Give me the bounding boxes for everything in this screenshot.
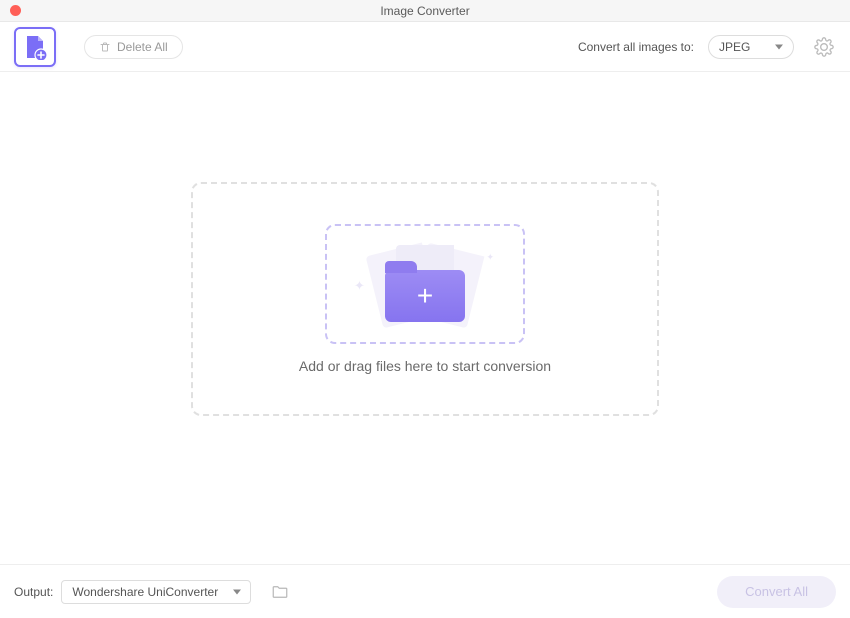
delete-all-button[interactable]: Delete All <box>84 35 183 59</box>
output-format-value: JPEG <box>719 40 750 54</box>
convert-all-button[interactable]: Convert All <box>717 576 836 608</box>
sparkle-icon: ✦ <box>354 278 365 294</box>
settings-button[interactable] <box>812 35 836 59</box>
output-format-select[interactable]: JPEG <box>708 35 794 59</box>
window-title: Image Converter <box>0 4 850 18</box>
toolbar: Delete All Convert all images to: JPEG <box>0 22 850 72</box>
drop-zone[interactable]: + ✦ ✦ Add or drag files here to start co… <box>191 182 659 416</box>
open-output-folder-button[interactable] <box>269 581 291 603</box>
main-area: + ✦ ✦ Add or drag files here to start co… <box>0 72 850 564</box>
output-label: Output: <box>14 585 53 599</box>
add-files-button[interactable] <box>14 27 56 67</box>
delete-all-label: Delete All <box>117 40 168 54</box>
trash-icon <box>99 41 111 53</box>
sparkle-icon: ✦ <box>486 252 494 263</box>
folder-graphic: + ✦ ✦ <box>360 242 490 326</box>
gear-icon <box>814 37 834 57</box>
folder-icon <box>271 583 289 601</box>
output-location-select[interactable]: Wondershare UniConverter <box>61 580 251 604</box>
close-window-button[interactable] <box>10 5 21 16</box>
drop-zone-text: Add or drag files here to start conversi… <box>299 358 551 374</box>
titlebar: Image Converter <box>0 0 850 22</box>
add-file-icon <box>23 34 47 60</box>
plus-icon: + <box>417 282 433 310</box>
output-location-value: Wondershare UniConverter <box>72 585 218 599</box>
folder-icon: + <box>385 270 465 322</box>
footer: Output: Wondershare UniConverter Convert… <box>0 564 850 618</box>
convert-to-label: Convert all images to: <box>578 40 694 54</box>
convert-all-label: Convert All <box>745 584 808 599</box>
drop-zone-inner: + ✦ ✦ <box>325 224 525 344</box>
traffic-lights <box>0 5 21 16</box>
